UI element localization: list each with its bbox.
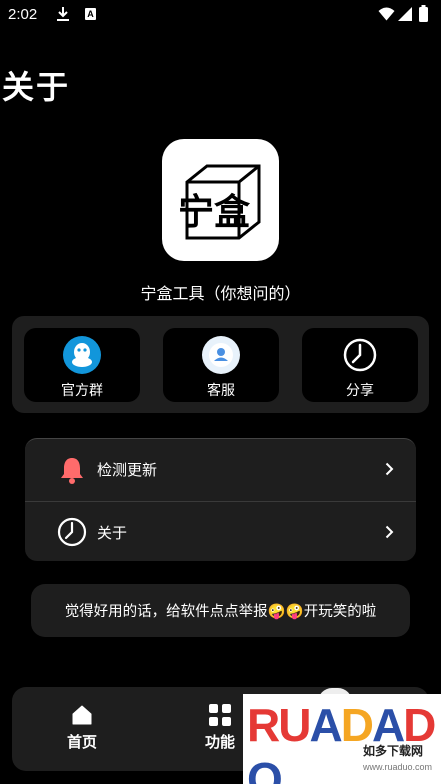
notification-badge-icon: A (85, 8, 96, 20)
wm-letter: A (309, 699, 342, 751)
watermark: RUADADO 如多下载网 www.ruaduo.com (243, 694, 441, 784)
logo-text: 宁盒 (177, 192, 250, 233)
check-update-item[interactable]: 检测更新 (25, 439, 416, 500)
quick-actions-panel: 官方群 客服 分享 (12, 316, 429, 413)
nav-features-label: 功能 (204, 733, 235, 751)
nav-features[interactable]: 功能 (190, 703, 250, 752)
share-label: 分享 (346, 383, 374, 399)
box-logo-icon: 宁盒 (177, 164, 260, 240)
wm-letter: O (247, 753, 283, 784)
clock-icon (57, 517, 87, 547)
grid-icon (209, 704, 231, 726)
download-icon (57, 7, 69, 21)
settings-menu: 检测更新 关于 (25, 438, 416, 561)
customer-service-icon (202, 336, 240, 374)
app-name: 宁盒工具（你想问的） (140, 284, 301, 303)
tip-bubble: 觉得好用的话，给软件点点举报🤪🤪开玩笑的啦 (31, 584, 410, 637)
about-item[interactable]: 关于 (25, 502, 416, 563)
customer-service-label: 客服 (207, 383, 235, 399)
nav-home-label: 首页 (66, 733, 97, 751)
clock-share-icon (343, 338, 377, 372)
status-time: 2:02 (8, 6, 38, 23)
page-title: 关于 (2, 68, 71, 106)
battery-icon (419, 5, 428, 22)
chevron-right-icon (385, 525, 394, 539)
official-group-label: 官方群 (61, 383, 103, 399)
status-bar: 2:02 A (0, 0, 441, 30)
share-button[interactable]: 分享 (302, 328, 418, 402)
chevron-right-icon (385, 462, 394, 476)
bell-icon (61, 458, 83, 484)
tip-text: 觉得好用的话，给软件点点举报🤪🤪开玩笑的啦 (64, 604, 377, 620)
app-logo: 宁盒 (162, 139, 279, 261)
watermark-sub: 如多下载网 (363, 744, 424, 758)
qq-icon (63, 336, 101, 374)
about-label: 关于 (97, 524, 128, 542)
home-icon (72, 705, 92, 725)
nav-home[interactable]: 首页 (52, 703, 112, 752)
wifi-icon (378, 7, 395, 21)
signal-icon (398, 7, 412, 21)
wm-letter: U (278, 699, 311, 751)
customer-service-button[interactable]: 客服 (163, 328, 279, 402)
watermark-url: www.ruaduo.com (363, 762, 433, 772)
check-update-label: 检测更新 (97, 461, 158, 479)
wm-letter: R (247, 699, 280, 751)
official-group-button[interactable]: 官方群 (24, 328, 140, 402)
